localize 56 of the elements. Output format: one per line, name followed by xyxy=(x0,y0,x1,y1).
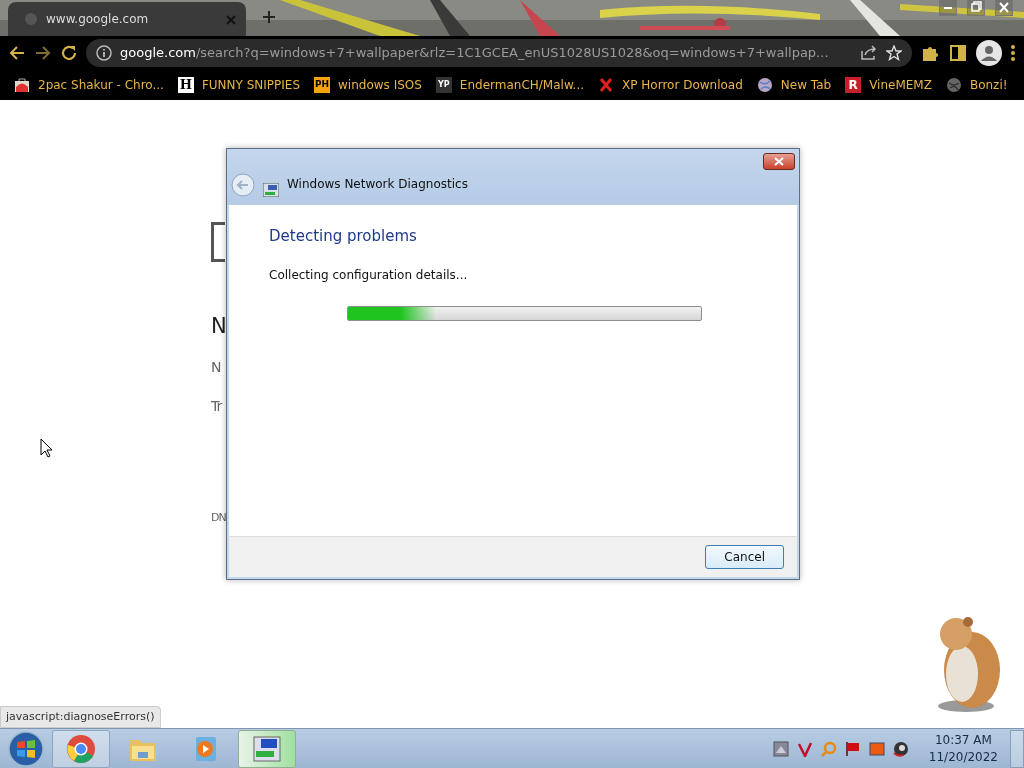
info-icon xyxy=(96,45,112,61)
reload-icon[interactable] xyxy=(60,44,78,62)
bookmark-link[interactable]: Bonzi! xyxy=(945,76,1008,94)
share-icon[interactable] xyxy=(860,45,878,61)
back-icon[interactable] xyxy=(8,44,26,62)
network-icon xyxy=(263,183,279,197)
close-button[interactable] xyxy=(763,153,795,170)
page-text: Tr xyxy=(211,397,222,416)
cancel-button[interactable]: Cancel xyxy=(705,545,784,569)
bookmark-link[interactable]: New Tab xyxy=(756,76,832,94)
globe-icon xyxy=(945,77,962,93)
minimize-icon[interactable] xyxy=(940,0,956,15)
star-icon[interactable] xyxy=(886,45,902,61)
dialog-title: Windows Network Diagnostics xyxy=(287,176,468,193)
flag-icon[interactable] xyxy=(844,740,861,757)
avatar-icon[interactable] xyxy=(976,40,1002,66)
speaker-icon[interactable] xyxy=(892,740,909,757)
page-text: N xyxy=(211,358,221,377)
globe-icon xyxy=(24,12,38,26)
favicon-icon: YP xyxy=(435,77,452,93)
globe-icon xyxy=(756,77,773,93)
menu-icon[interactable] xyxy=(1010,43,1016,63)
favicon-icon: PH xyxy=(314,77,331,93)
status-text: Collecting configuration details... xyxy=(269,266,469,284)
plus-icon[interactable] xyxy=(262,10,276,24)
dialog-heading: Detecting problems xyxy=(269,226,418,247)
chrome-icon xyxy=(66,733,96,764)
bookmark-link[interactable]: PH windows ISOS xyxy=(314,76,422,94)
square-icon[interactable] xyxy=(868,740,885,757)
forward-icon[interactable] xyxy=(34,44,52,62)
network-icon xyxy=(252,733,282,764)
restore-icon[interactable] xyxy=(968,0,984,15)
page-heading: N xyxy=(211,313,227,339)
bookmark-link[interactable]: YP EndermanCH/Malw... xyxy=(435,76,585,94)
error-code: DN xyxy=(211,510,226,526)
close-icon[interactable] xyxy=(996,0,1012,15)
favicon-icon: R xyxy=(845,77,862,93)
bag-icon xyxy=(14,77,30,93)
cross-icon xyxy=(598,77,615,93)
bookmark-link[interactable]: 2pac Shakur - Chro... xyxy=(14,76,164,94)
checkmark-icon[interactable] xyxy=(796,740,813,757)
url-text: google.com/search?q=windows+7+wallpaper&rlz=1C1GCEA_enUS1028US1028&oq=windows+7+wallpap... xyxy=(120,44,830,63)
status-url: javascript:diagnoseErrors() xyxy=(0,705,161,728)
taskbar-button[interactable] xyxy=(52,729,110,768)
taskbar-button[interactable] xyxy=(238,729,296,768)
bookmark-link[interactable]: XP Horror Download xyxy=(598,76,743,94)
favicon-icon: H xyxy=(177,77,194,93)
image-icon[interactable] xyxy=(772,740,789,757)
clock[interactable]: 10:37 AM 11/20/2022 xyxy=(920,731,1006,766)
bookmark-link[interactable]: R VineMEMZ xyxy=(845,76,932,94)
bookmark-link[interactable]: H FUNNY SNIPPIES xyxy=(177,76,301,94)
sidebar-icon[interactable] xyxy=(948,43,968,63)
browser-tab[interactable]: www.google.com xyxy=(8,2,246,36)
address-bar[interactable]: google.com/search?q=windows+7+wallpaper&rlz=1C1GCEA_enUS1028US1028&oq=windows+7+wallpap... xyxy=(86,39,912,67)
cursor-icon xyxy=(40,438,54,458)
close-icon xyxy=(774,157,784,166)
